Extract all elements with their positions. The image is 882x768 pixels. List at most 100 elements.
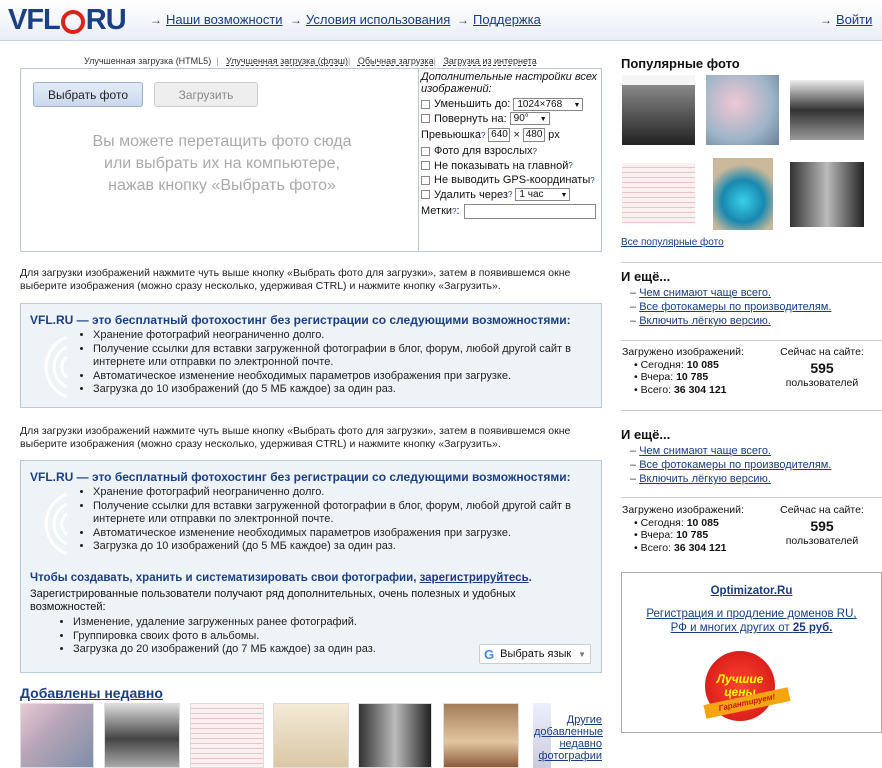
popular-title: Популярные фото xyxy=(621,56,740,71)
drop-hint-line: нажав кнопку «Выбрать фото» xyxy=(108,177,336,194)
recent-thumb[interactable] xyxy=(20,703,94,768)
cameras-by-maker-link[interactable]: Все фотокамеры по производителям. xyxy=(639,301,831,313)
popular-thumb[interactable] xyxy=(790,162,864,227)
popular-thumb[interactable] xyxy=(706,75,779,145)
divider xyxy=(621,410,882,411)
help-icon[interactable]: ? xyxy=(452,207,456,216)
help-icon[interactable]: ? xyxy=(533,147,537,156)
ad-line2[interactable]: РФ и многих других от 25 руб. xyxy=(622,622,881,634)
option-rotate: Повернуть на: 90° xyxy=(421,112,601,127)
online-block: Сейчас на сайте: 595 пользователей xyxy=(762,346,882,389)
popular-thumb[interactable] xyxy=(790,80,864,140)
tab-flash[interactable]: Улучшенная загрузка (флэш) xyxy=(226,56,348,66)
popular-thumb[interactable] xyxy=(713,158,773,230)
delete-checkbox[interactable] xyxy=(421,190,430,200)
list-item: Автоматическое изменение необходимых пар… xyxy=(93,370,583,384)
drop-hint-line: или выбрать их на компьютере, xyxy=(104,155,340,172)
logo-text-2: RU xyxy=(85,4,127,36)
adult-checkbox[interactable] xyxy=(421,146,430,156)
stat-label: Сегодня: xyxy=(640,358,684,371)
recent-thumb[interactable] xyxy=(358,703,432,768)
tags-input[interactable] xyxy=(463,203,596,219)
nav-features-link[interactable]: Наши возможности xyxy=(166,12,283,27)
ad-banner[interactable]: Optimizator.Ru Регистрация и продление д… xyxy=(621,572,882,733)
register-lead: Чтобы создавать, хранить и систематизиро… xyxy=(30,572,532,584)
more-link-item: Чем снимают чаще всего. xyxy=(630,444,831,458)
help-icon[interactable]: ? xyxy=(481,131,485,140)
recent-thumb[interactable] xyxy=(273,703,349,768)
popular-cameras-link[interactable]: Чем снимают чаще всего. xyxy=(639,287,771,299)
rotate-select[interactable]: 90° xyxy=(509,112,550,126)
list-item: Получение ссылки для вставки загруженной… xyxy=(93,343,583,370)
arrow-right-icon: → xyxy=(820,13,832,27)
recent-thumb[interactable] xyxy=(443,703,519,768)
all-popular-link[interactable]: Все популярные фото xyxy=(621,237,724,248)
help-icon[interactable]: ? xyxy=(590,176,594,185)
delete-select[interactable]: 1 час xyxy=(515,188,571,202)
recent-thumb[interactable] xyxy=(104,703,180,768)
hide-main-checkbox[interactable] xyxy=(421,161,430,171)
translate-select[interactable]: G Выбрать язык ▼ xyxy=(479,644,591,664)
nav-support-link[interactable]: Поддержка xyxy=(473,12,541,27)
other-recent-link[interactable]: Другие добавленные недавно фотографии xyxy=(534,714,603,762)
no-gps-label: Не выводить GPS-координаты xyxy=(434,174,591,187)
resize-select[interactable]: 1024×768 xyxy=(513,97,584,111)
nav-terms-link[interactable]: Условия использования xyxy=(306,12,450,27)
light-version-link[interactable]: Включить лёгкую версию. xyxy=(639,473,771,485)
tab-separator: | xyxy=(216,56,219,66)
preview-unit: px xyxy=(548,129,560,141)
help-icon[interactable]: ? xyxy=(508,190,512,199)
list-item: Получение ссылки для вставки загруженной… xyxy=(93,500,583,527)
uploader-panel: Выбрать фото Загрузить Вы можете перетащ… xyxy=(20,68,602,252)
list-item: Хранение фотографий неограниченно долго. xyxy=(93,329,583,343)
list-item: Группировка своих фото в альбомы. xyxy=(73,630,563,644)
recent-thumb[interactable] xyxy=(190,703,264,768)
translate-label: Выбрать язык xyxy=(500,648,572,660)
no-gps-checkbox[interactable] xyxy=(421,175,430,185)
preview-height-input[interactable]: 480 xyxy=(523,128,546,142)
more-link-item: Все фотокамеры по производителям. xyxy=(630,300,831,314)
nav-login[interactable]: → Войти xyxy=(820,12,872,27)
help-icon[interactable]: ? xyxy=(568,161,572,170)
register-link[interactable]: зарегистрируйтесь xyxy=(420,572,529,584)
option-delete: Удалить через? 1 час xyxy=(421,188,601,203)
nav-features[interactable]: → Наши возможности xyxy=(150,12,283,27)
resize-checkbox[interactable] xyxy=(421,99,430,109)
popular-thumb[interactable] xyxy=(622,75,695,145)
rotate-label: Повернуть на: xyxy=(434,112,507,125)
ad-title[interactable]: Optimizator.Ru xyxy=(622,585,881,597)
nav-support[interactable]: → Поддержка xyxy=(457,12,541,27)
light-version-link[interactable]: Включить лёгкую версию. xyxy=(639,315,771,327)
stats-block-2: Загружено изображений: • Сегодня: 10 085… xyxy=(622,504,882,554)
arrow-right-icon: → xyxy=(150,13,162,27)
upload-button[interactable]: Загрузить xyxy=(154,82,258,107)
drop-hint-line: Вы можете перетащить фото сюда xyxy=(92,133,352,150)
popular-thumb[interactable] xyxy=(622,163,695,223)
popular-cameras-link[interactable]: Чем снимают чаще всего. xyxy=(639,445,771,457)
tab-url[interactable]: Загрузка из интернета xyxy=(443,56,536,66)
site-logo[interactable]: VFL RU xyxy=(8,4,127,37)
nav-terms[interactable]: → Условия использования xyxy=(290,12,450,27)
stat-value: 10 085 xyxy=(686,358,719,371)
rotate-checkbox[interactable] xyxy=(421,114,430,124)
upload-instructions-2: Для загрузки изображений нажмите чуть вы… xyxy=(20,425,571,450)
drop-zone[interactable]: Выбрать фото Загрузить Вы можете перетащ… xyxy=(21,69,419,251)
resize-label: Уменьшить до: xyxy=(434,98,511,111)
stat-value: 10 785 xyxy=(676,529,709,541)
list-item: Изменение, удаление загруженных ранее фо… xyxy=(73,616,563,630)
more-link-item: Все фотокамеры по производителям. xyxy=(630,458,831,472)
ad-line2-text: РФ и многих других от xyxy=(670,622,790,634)
login-link[interactable]: Войти xyxy=(836,12,872,27)
stat-value: 10 785 xyxy=(676,371,709,383)
option-resize: Уменьшить до: 1024×768 xyxy=(421,97,601,112)
pick-photo-button[interactable]: Выбрать фото xyxy=(33,82,143,107)
preview-width-input[interactable]: 640 xyxy=(488,128,511,142)
tab-html5[interactable]: Улучшенная загрузка (HTML5) xyxy=(84,56,211,66)
ad-line1[interactable]: Регистрация и продление доменов RU, xyxy=(622,608,881,620)
cameras-by-maker-link[interactable]: Все фотокамеры по производителям. xyxy=(639,459,831,471)
online-unit: пользователей xyxy=(785,534,859,547)
register-lead-text: Чтобы создавать, хранить и систематизиро… xyxy=(30,572,417,584)
recent-title[interactable]: Добавлены недавно xyxy=(20,685,163,701)
tab-simple[interactable]: Обычная загрузка xyxy=(358,56,434,66)
arrow-right-icon: → xyxy=(290,13,302,27)
